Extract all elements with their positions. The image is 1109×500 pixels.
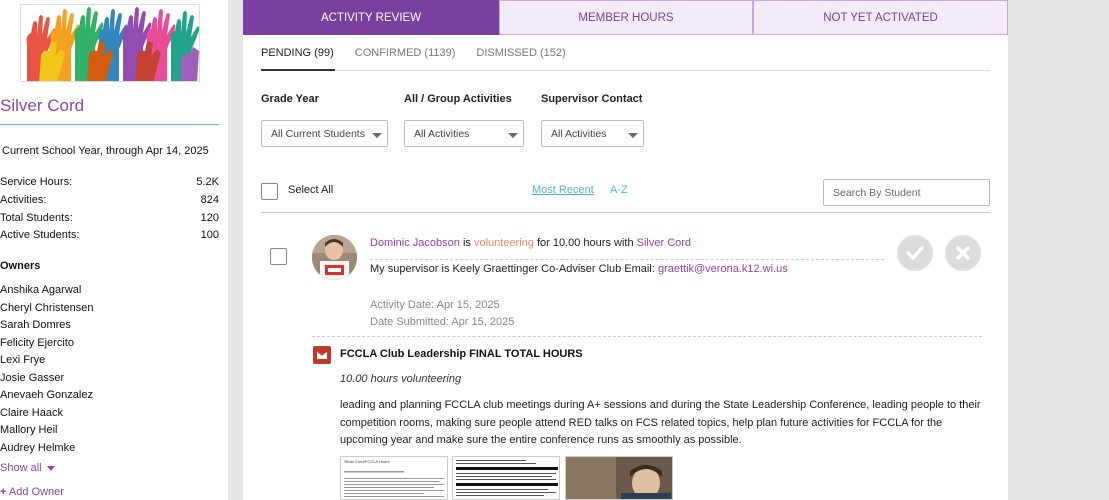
supervisor-email-link[interactable]: graettik@verona.k12.wi.us xyxy=(658,263,788,275)
caret-down-icon xyxy=(46,465,55,471)
activity-description: leading and planning FCCLA club meetings… xyxy=(340,399,981,446)
stat-label: Service Hours: xyxy=(0,176,73,188)
subtab-pending[interactable]: PENDING (99) xyxy=(261,47,334,67)
stat-active-students: Active Students: 100 xyxy=(0,229,219,241)
grade-year-label: Grade Year xyxy=(261,93,319,105)
supervisor-select[interactable]: All Activities xyxy=(541,120,644,147)
subtab-dismissed[interactable]: DISMISSED (152) xyxy=(476,47,565,67)
add-owner-label: Add Owner xyxy=(8,486,64,498)
grade-year-select[interactable]: All Current Students xyxy=(261,120,388,147)
date-submitted: Date Submitted: Apr 15, 2025 xyxy=(370,316,515,328)
show-all-label: Show all xyxy=(0,462,42,474)
student-name-link[interactable]: Dominic Jacobson xyxy=(370,237,460,249)
avatar[interactable] xyxy=(312,235,357,280)
select-value: All Current Students xyxy=(271,127,365,140)
list-divider xyxy=(261,212,990,213)
select-value: All Activities xyxy=(551,127,607,140)
owners-heading: Owners xyxy=(0,260,41,272)
subtab-confirmed[interactable]: CONFIRMED (1139) xyxy=(355,47,456,67)
period-label: Current School Year, through Apr 14, 202… xyxy=(2,145,209,157)
attachment-thumbnail[interactable]: Silver Cord/FCCLA Hours xyxy=(340,456,448,500)
headline-is: is xyxy=(462,237,471,249)
show-all-owners-link[interactable]: Show all xyxy=(0,462,55,474)
owner-item: Felicity Ejercito xyxy=(0,337,74,349)
owner-item: Mallory Heil xyxy=(0,424,58,436)
caret-down-icon xyxy=(508,133,518,138)
org-name: Silver Cord xyxy=(0,96,85,115)
supervisor-info: My supervisor is Keely Graettinger Co-Ad… xyxy=(370,263,788,275)
activity-row-checkbox[interactable] xyxy=(270,248,287,265)
stat-label: Activities: xyxy=(0,194,47,206)
check-icon xyxy=(906,246,924,260)
attachment-thumbnail[interactable] xyxy=(452,456,560,500)
attachment-thumbnail[interactable] xyxy=(565,456,673,500)
page: Silver Cord Current School Year, through… xyxy=(0,0,1109,500)
owner-item: Anevaeh Gonzalez xyxy=(0,389,93,401)
caret-down-icon xyxy=(372,133,382,138)
add-owner-link[interactable]: + Add Owner xyxy=(0,486,64,498)
main-tabs: ACTIVITY REVIEW MEMBER HOURS NOT YET ACT… xyxy=(243,0,1008,35)
sort-most-recent-link[interactable]: Most Recent xyxy=(532,184,594,196)
dismiss-button[interactable] xyxy=(945,235,981,271)
caret-down-icon xyxy=(628,133,638,138)
headline-hours: for 10.00 hours with xyxy=(536,237,634,249)
supervisor-filter-label: Supervisor Contact xyxy=(541,93,643,105)
plus-icon: + xyxy=(0,486,7,498)
stat-value: 5.2K xyxy=(196,176,219,188)
owner-item: Josie Gasser xyxy=(0,372,65,384)
stat-label: Active Students: xyxy=(0,229,80,241)
active-subtab-indicator xyxy=(261,69,335,71)
activities-select[interactable]: All Activities xyxy=(404,120,524,147)
owner-item: Claire Haack xyxy=(0,407,63,419)
supervisor-text: My supervisor is Keely Graettinger Co-Ad… xyxy=(370,263,655,275)
owner-item: Lexi Frye xyxy=(0,354,46,366)
tab-activity-review[interactable]: ACTIVITY REVIEW xyxy=(243,0,499,35)
hands-logo xyxy=(20,4,200,82)
sidebar: Silver Cord Current School Year, through… xyxy=(0,0,228,500)
status-subtabs: PENDING (99) CONFIRMED (1139) DISMISSED … xyxy=(261,47,587,67)
close-icon xyxy=(956,246,970,260)
select-value: All Activities xyxy=(414,127,470,140)
stat-activities: Activities: 824 xyxy=(0,194,219,206)
activity-date: Activity Date: Apr 15, 2025 xyxy=(370,299,500,311)
select-all-label: Select All xyxy=(288,184,334,196)
subtab-divider xyxy=(261,70,990,71)
stat-label: Total Students: xyxy=(0,212,73,224)
owner-item: Anshika Agarwal xyxy=(0,284,82,296)
org-link[interactable]: Silver Cord xyxy=(637,237,691,249)
activity-hours: 10.00 hours volunteering xyxy=(340,373,462,385)
stat-total-students: Total Students: 120 xyxy=(0,212,219,224)
owner-item: Audrey Helmke xyxy=(0,442,76,454)
confirm-button[interactable] xyxy=(897,235,933,271)
activities-filter-label: All / Group Activities xyxy=(404,93,512,105)
thumbnail-caption: Silver Cord/FCCLA Hours xyxy=(344,459,390,464)
activity-title: FCCLA Club Leadership FINAL TOTAL HOURS xyxy=(340,348,583,360)
activity-headline: Dominic Jacobson is volunteering for 10.… xyxy=(370,237,691,249)
stat-value: 120 xyxy=(200,212,219,224)
activity-verb: volunteering xyxy=(473,237,534,249)
headline-divider xyxy=(370,259,884,260)
owner-item: Cheryl Christensen xyxy=(0,302,94,314)
owner-item: Sarah Domres xyxy=(0,319,71,331)
tab-member-hours[interactable]: MEMBER HOURS xyxy=(499,0,753,35)
entry-divider xyxy=(312,336,982,337)
stat-value: 824 xyxy=(200,194,219,206)
org-divider xyxy=(0,124,219,125)
search-student-input[interactable] xyxy=(823,179,990,206)
stat-value: 100 xyxy=(200,229,219,241)
sort-az-link[interactable]: A-Z xyxy=(610,184,628,196)
select-all-checkbox[interactable] xyxy=(261,183,278,200)
activity-category-icon xyxy=(313,346,331,364)
tab-not-yet-activated[interactable]: NOT YET ACTIVATED xyxy=(753,0,1008,35)
stat-service-hours: Service Hours: 5.2K xyxy=(0,176,219,188)
